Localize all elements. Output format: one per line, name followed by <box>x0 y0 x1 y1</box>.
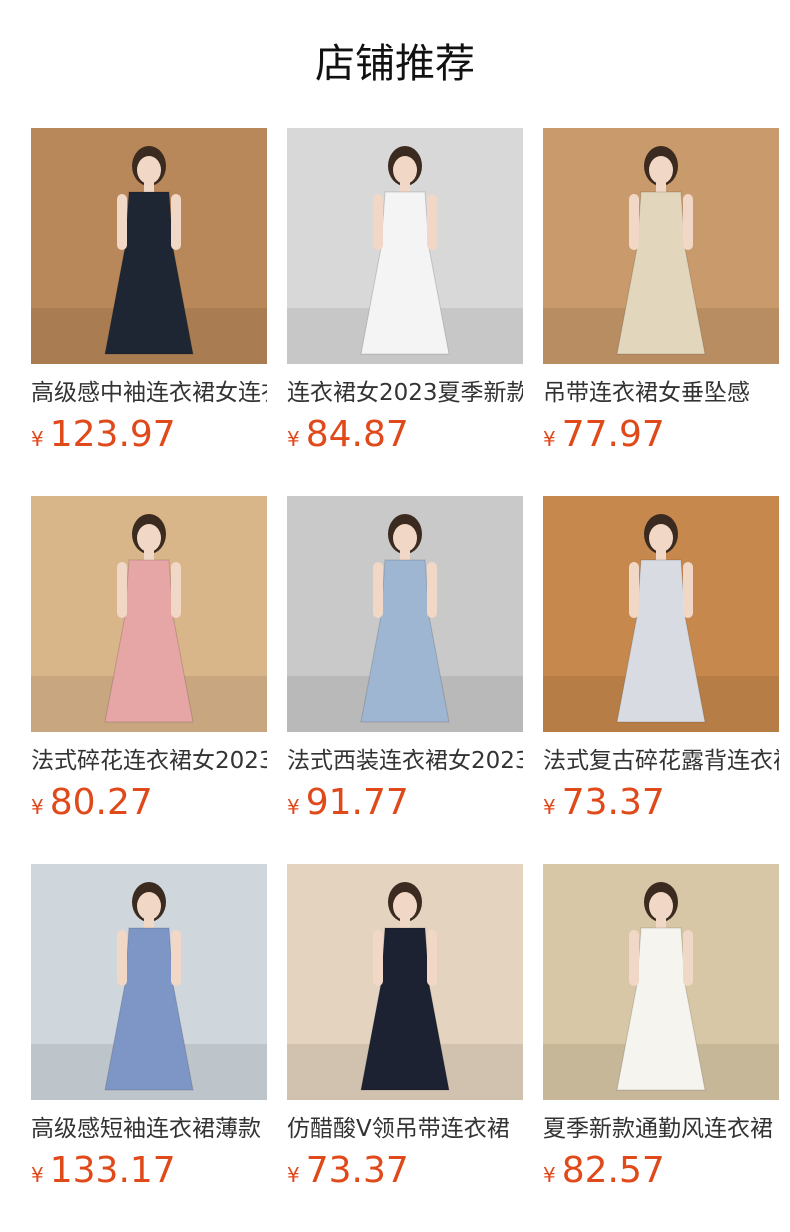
product-name[interactable]: 法式西装连衣裙女2023 <box>287 745 523 777</box>
currency-symbol: ¥ <box>31 1163 44 1187</box>
product-card[interactable]: 高级感短袖连衣裙薄款 ¥133.17 <box>31 864 267 1193</box>
product-card[interactable]: 吊带连衣裙女垂坠感 ¥77.97 <box>543 128 779 457</box>
price-row: ¥84.87 <box>287 413 523 457</box>
product-card[interactable]: 仿醋酸V领吊带连衣裙 ¥73.37 <box>287 864 523 1193</box>
product-price: 82.57 <box>561 1150 665 1191</box>
price-row: ¥123.97 <box>31 413 267 457</box>
product-name[interactable]: 法式碎花连衣裙女2023 <box>31 745 267 777</box>
product-name[interactable]: 仿醋酸V领吊带连衣裙 <box>287 1113 523 1145</box>
price-row: ¥133.17 <box>31 1149 267 1193</box>
product-name[interactable]: 吊带连衣裙女垂坠感 <box>543 377 779 409</box>
product-price: 123.97 <box>49 414 176 455</box>
product-image[interactable] <box>543 864 779 1100</box>
currency-symbol: ¥ <box>543 795 556 819</box>
product-image[interactable] <box>543 128 779 364</box>
currency-symbol: ¥ <box>543 427 556 451</box>
woman-white-sleeveless-dress-photo <box>287 128 523 364</box>
product-card[interactable]: 高级感中袖连衣裙女连衣裙 ¥123.97 <box>31 128 267 457</box>
product-price: 77.97 <box>561 414 665 455</box>
woman-floral-red-dress-photo <box>31 496 267 732</box>
currency-symbol: ¥ <box>31 427 44 451</box>
woman-polka-dot-slip-dress-photo <box>287 864 523 1100</box>
product-card[interactable]: 法式西装连衣裙女2023 ¥91.77 <box>287 496 523 825</box>
price-row: ¥73.37 <box>287 1149 523 1193</box>
product-image[interactable] <box>31 496 267 732</box>
page-title: 店铺推荐 <box>315 41 475 87</box>
price-row: ¥80.27 <box>31 781 267 825</box>
product-card[interactable]: 法式复古碎花露背连衣裙 ¥73.37 <box>543 496 779 825</box>
currency-symbol: ¥ <box>287 427 300 451</box>
product-image[interactable] <box>287 128 523 364</box>
product-image[interactable] <box>31 864 267 1100</box>
product-name[interactable]: 法式复古碎花露背连衣裙 <box>543 745 779 777</box>
woman-blue-wrap-dress-photo <box>31 864 267 1100</box>
product-name[interactable]: 连衣裙女2023夏季新款 <box>287 377 523 409</box>
currency-symbol: ¥ <box>287 1163 300 1187</box>
currency-symbol: ¥ <box>543 1163 556 1187</box>
product-name[interactable]: 高级感中袖连衣裙女连衣裙 <box>31 377 267 409</box>
price-row: ¥91.77 <box>287 781 523 825</box>
product-price: 73.37 <box>305 1150 409 1191</box>
product-image[interactable] <box>543 496 779 732</box>
product-price: 84.87 <box>305 414 409 455</box>
product-price: 91.77 <box>305 782 409 823</box>
woman-navy-midi-dress-photo <box>31 128 267 364</box>
product-card[interactable]: 法式碎花连衣裙女2023 ¥80.27 <box>31 496 267 825</box>
product-name[interactable]: 高级感短袖连衣裙薄款 <box>31 1113 267 1145</box>
price-row: ¥73.37 <box>543 781 779 825</box>
product-image[interactable] <box>287 864 523 1100</box>
currency-symbol: ¥ <box>287 795 300 819</box>
product-card[interactable]: 夏季新款通勤风连衣裙 ¥82.57 <box>543 864 779 1193</box>
price-row: ¥82.57 <box>543 1149 779 1193</box>
currency-symbol: ¥ <box>31 795 44 819</box>
product-image[interactable] <box>287 496 523 732</box>
woman-blue-blazer-dress-photo <box>287 496 523 732</box>
product-price: 73.37 <box>561 782 665 823</box>
product-price: 80.27 <box>49 782 153 823</box>
woman-white-contrast-dress-photo <box>543 864 779 1100</box>
product-price: 133.17 <box>49 1150 176 1191</box>
product-card[interactable]: 连衣裙女2023夏季新款 ¥84.87 <box>287 128 523 457</box>
product-name[interactable]: 夏季新款通勤风连衣裙 <box>543 1113 779 1145</box>
product-image[interactable] <box>31 128 267 364</box>
price-row: ¥77.97 <box>543 413 779 457</box>
woman-grey-floral-dress-photo <box>543 496 779 732</box>
woman-beige-slip-dress-photo <box>543 128 779 364</box>
